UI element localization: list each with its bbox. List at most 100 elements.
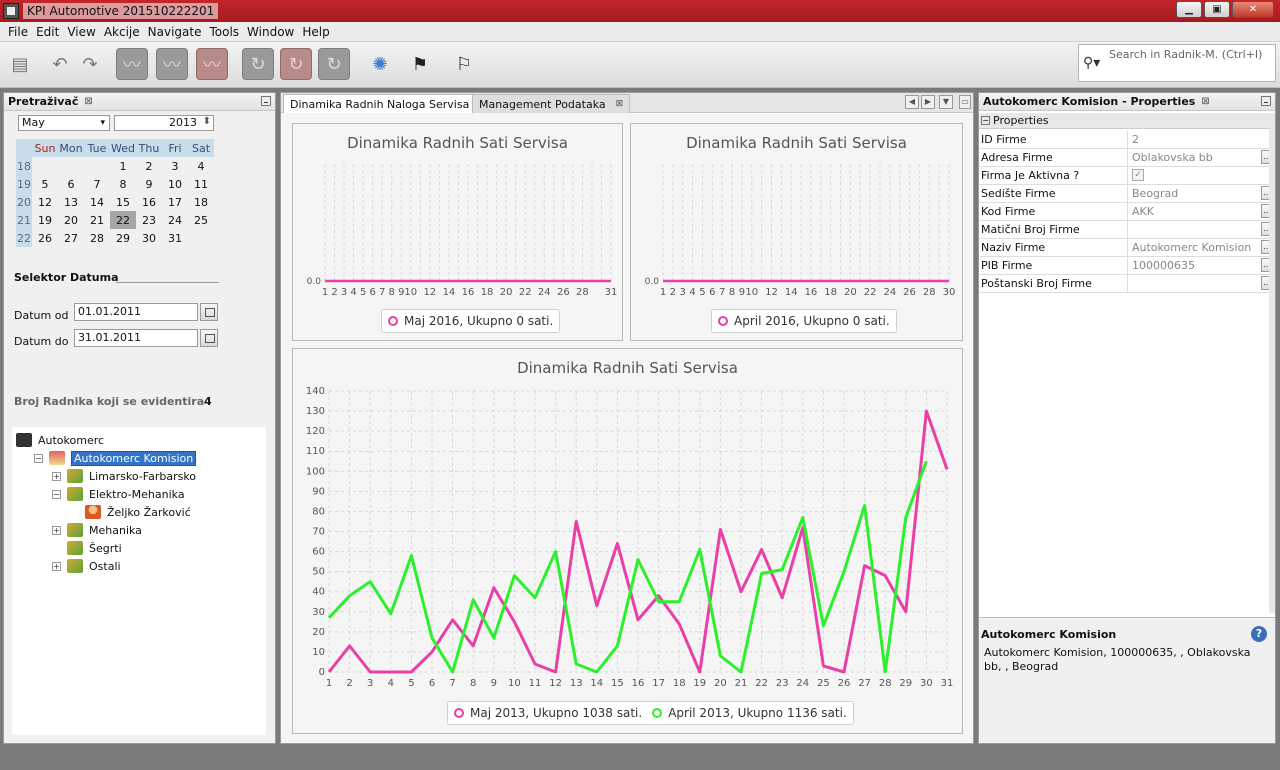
calendar-day[interactable]: 3	[162, 157, 188, 175]
property-value[interactable]: Autokomerc Komision	[1127, 239, 1275, 256]
minimize-panel-icon[interactable]	[261, 96, 271, 106]
menu-window[interactable]: Window	[243, 25, 298, 39]
property-row[interactable]: Kod Firme AKK...	[979, 203, 1275, 221]
minimize-button[interactable]: ▁	[1176, 1, 1202, 18]
property-row[interactable]: Naziv Firme Autokomerc Komision...	[979, 239, 1275, 257]
checkered-flag-icon[interactable]: ⚐	[448, 48, 480, 80]
tab-list-icon[interactable]: ▼	[939, 95, 953, 109]
property-value[interactable]: 2	[1127, 131, 1275, 148]
tab-dinamika[interactable]: Dinamika Radnih Naloga Servisa ⊠	[283, 94, 494, 113]
expand-icon[interactable]: +	[52, 561, 61, 571]
calendar-day[interactable]: 1	[110, 157, 136, 175]
calendar-day[interactable]: 30	[136, 229, 162, 247]
calendar-day[interactable]: 8	[110, 175, 136, 193]
property-checkbox[interactable]: ✓	[1132, 169, 1144, 181]
property-value[interactable]: AKK	[1127, 203, 1275, 220]
tab-scroll-right-icon[interactable]: ▶	[921, 95, 935, 109]
calendar-day[interactable]: 4	[188, 157, 214, 175]
calendar-day[interactable]: 21	[84, 211, 110, 229]
tree-node[interactable]: Željko Žarković	[70, 503, 191, 521]
date-to-field[interactable]: 31.01.2011	[74, 329, 198, 347]
calendar-day[interactable]: 2	[136, 157, 162, 175]
properties-section[interactable]: − Properties	[979, 113, 1275, 129]
calendar-day[interactable]: 10	[162, 175, 188, 193]
calendar-day[interactable]: 19	[32, 211, 58, 229]
calendar-day[interactable]: 17	[162, 193, 188, 211]
tab-management[interactable]: Management Podataka ⊠	[472, 94, 631, 113]
calendar-day[interactable]: 15	[110, 193, 136, 211]
property-row[interactable]: Poštanski Broj Firme...	[979, 275, 1275, 293]
calendar-day[interactable]: 13	[58, 193, 84, 211]
refresh-icon[interactable]: ↻	[242, 48, 274, 80]
calendar-day[interactable]: 27	[58, 229, 84, 247]
property-row[interactable]: PIB Firme 100000635...	[979, 257, 1275, 275]
menu-akcije[interactable]: Akcije	[100, 25, 144, 39]
tree-node[interactable]: + Ostali	[52, 557, 121, 575]
menu-help[interactable]: Help	[298, 25, 333, 39]
redo-icon[interactable]: ↷	[74, 48, 106, 80]
calendar-day[interactable]: 9	[136, 175, 162, 193]
calendar-day[interactable]: 11	[188, 175, 214, 193]
property-row[interactable]: ID Firme 2	[979, 131, 1275, 149]
menu-edit[interactable]: Edit	[32, 25, 63, 39]
waveform-icon[interactable]: 〰	[116, 48, 148, 80]
waveform-red-icon[interactable]: 〰	[196, 48, 228, 80]
tree-node[interactable]: + Mehanika	[52, 521, 142, 539]
expand-icon[interactable]: +	[52, 525, 61, 535]
property-row[interactable]: Matični Broj Firme...	[979, 221, 1275, 239]
search-icon[interactable]: ⚲▾	[1083, 55, 1100, 71]
date-to-picker-icon[interactable]	[200, 329, 218, 347]
property-value[interactable]: 100000635	[1127, 257, 1275, 274]
calendar-day[interactable]: 23	[136, 211, 162, 229]
date-from-field[interactable]: 01.01.2011	[74, 303, 198, 321]
properties-scrollbar[interactable]	[1269, 113, 1275, 613]
undo-icon[interactable]: ↶	[44, 48, 76, 80]
close-panel-icon[interactable]: ⊠	[1201, 96, 1209, 107]
property-value[interactable]	[1127, 221, 1275, 238]
property-row[interactable]: Sedište Firme Beograd...	[979, 185, 1275, 203]
close-button[interactable]: ✕	[1232, 1, 1274, 18]
month-select[interactable]: May	[18, 115, 110, 131]
maximize-button[interactable]: ▣	[1204, 1, 1230, 18]
calendar-day[interactable]: 6	[58, 175, 84, 193]
tree-node[interactable]: Autokomerc	[16, 431, 104, 449]
calendar-day[interactable]: 14	[84, 193, 110, 211]
menu-navigate[interactable]: Navigate	[144, 25, 206, 39]
save-all-icon[interactable]: ▤	[4, 48, 36, 80]
calendar-day[interactable]: 31	[162, 229, 188, 247]
calendar-day[interactable]: 22	[110, 211, 136, 229]
calendar-day[interactable]: 20	[58, 211, 84, 229]
collapse-icon[interactable]: −	[981, 116, 990, 125]
calendar-day[interactable]: 5	[32, 175, 58, 193]
calendar-day[interactable]: 12	[32, 193, 58, 211]
property-value[interactable]: ✓	[1127, 167, 1275, 184]
calendar-day[interactable]: 24	[162, 211, 188, 229]
search-input[interactable]: ⚲▾ Search in Radnik-M. (Ctrl+I)	[1078, 44, 1276, 82]
collapse-icon[interactable]: −	[34, 453, 43, 463]
help-icon[interactable]: ?	[1251, 626, 1267, 642]
property-row[interactable]: Firma Je Aktivna ? ✓	[979, 167, 1275, 185]
tree-node[interactable]: + Limarsko-Farbarsko	[52, 467, 196, 485]
calendar-day[interactable]: 18	[188, 193, 214, 211]
calendar-day[interactable]: 25	[188, 211, 214, 229]
minimize-panel-icon[interactable]	[1261, 96, 1271, 106]
refresh-alt-icon[interactable]: ↻	[318, 48, 350, 80]
waveform-alt-icon[interactable]: 〰	[156, 48, 188, 80]
menu-file[interactable]: File	[4, 25, 32, 39]
year-spinner[interactable]: 2013	[114, 115, 214, 131]
expand-icon[interactable]: +	[52, 471, 61, 481]
tree-node[interactable]: − Autokomerc Komision	[34, 449, 197, 467]
calendar-day[interactable]: 29	[110, 229, 136, 247]
calendar-day[interactable]: 28	[84, 229, 110, 247]
property-value[interactable]	[1127, 275, 1275, 292]
network-icon[interactable]: ✺	[364, 48, 396, 80]
close-panel-icon[interactable]: ⊠	[84, 96, 92, 107]
tree-node[interactable]: Šegrti	[52, 539, 122, 557]
property-value[interactable]: Beograd	[1127, 185, 1275, 202]
property-row[interactable]: Adresa Firme Oblakovska bb...	[979, 149, 1275, 167]
refresh-red-icon[interactable]: ↻	[280, 48, 312, 80]
tree-node[interactable]: − Elektro-Mehanika	[52, 485, 185, 503]
calendar-day[interactable]: 7	[84, 175, 110, 193]
calendar-day[interactable]: 16	[136, 193, 162, 211]
property-value[interactable]: Oblakovska bb	[1127, 149, 1275, 166]
